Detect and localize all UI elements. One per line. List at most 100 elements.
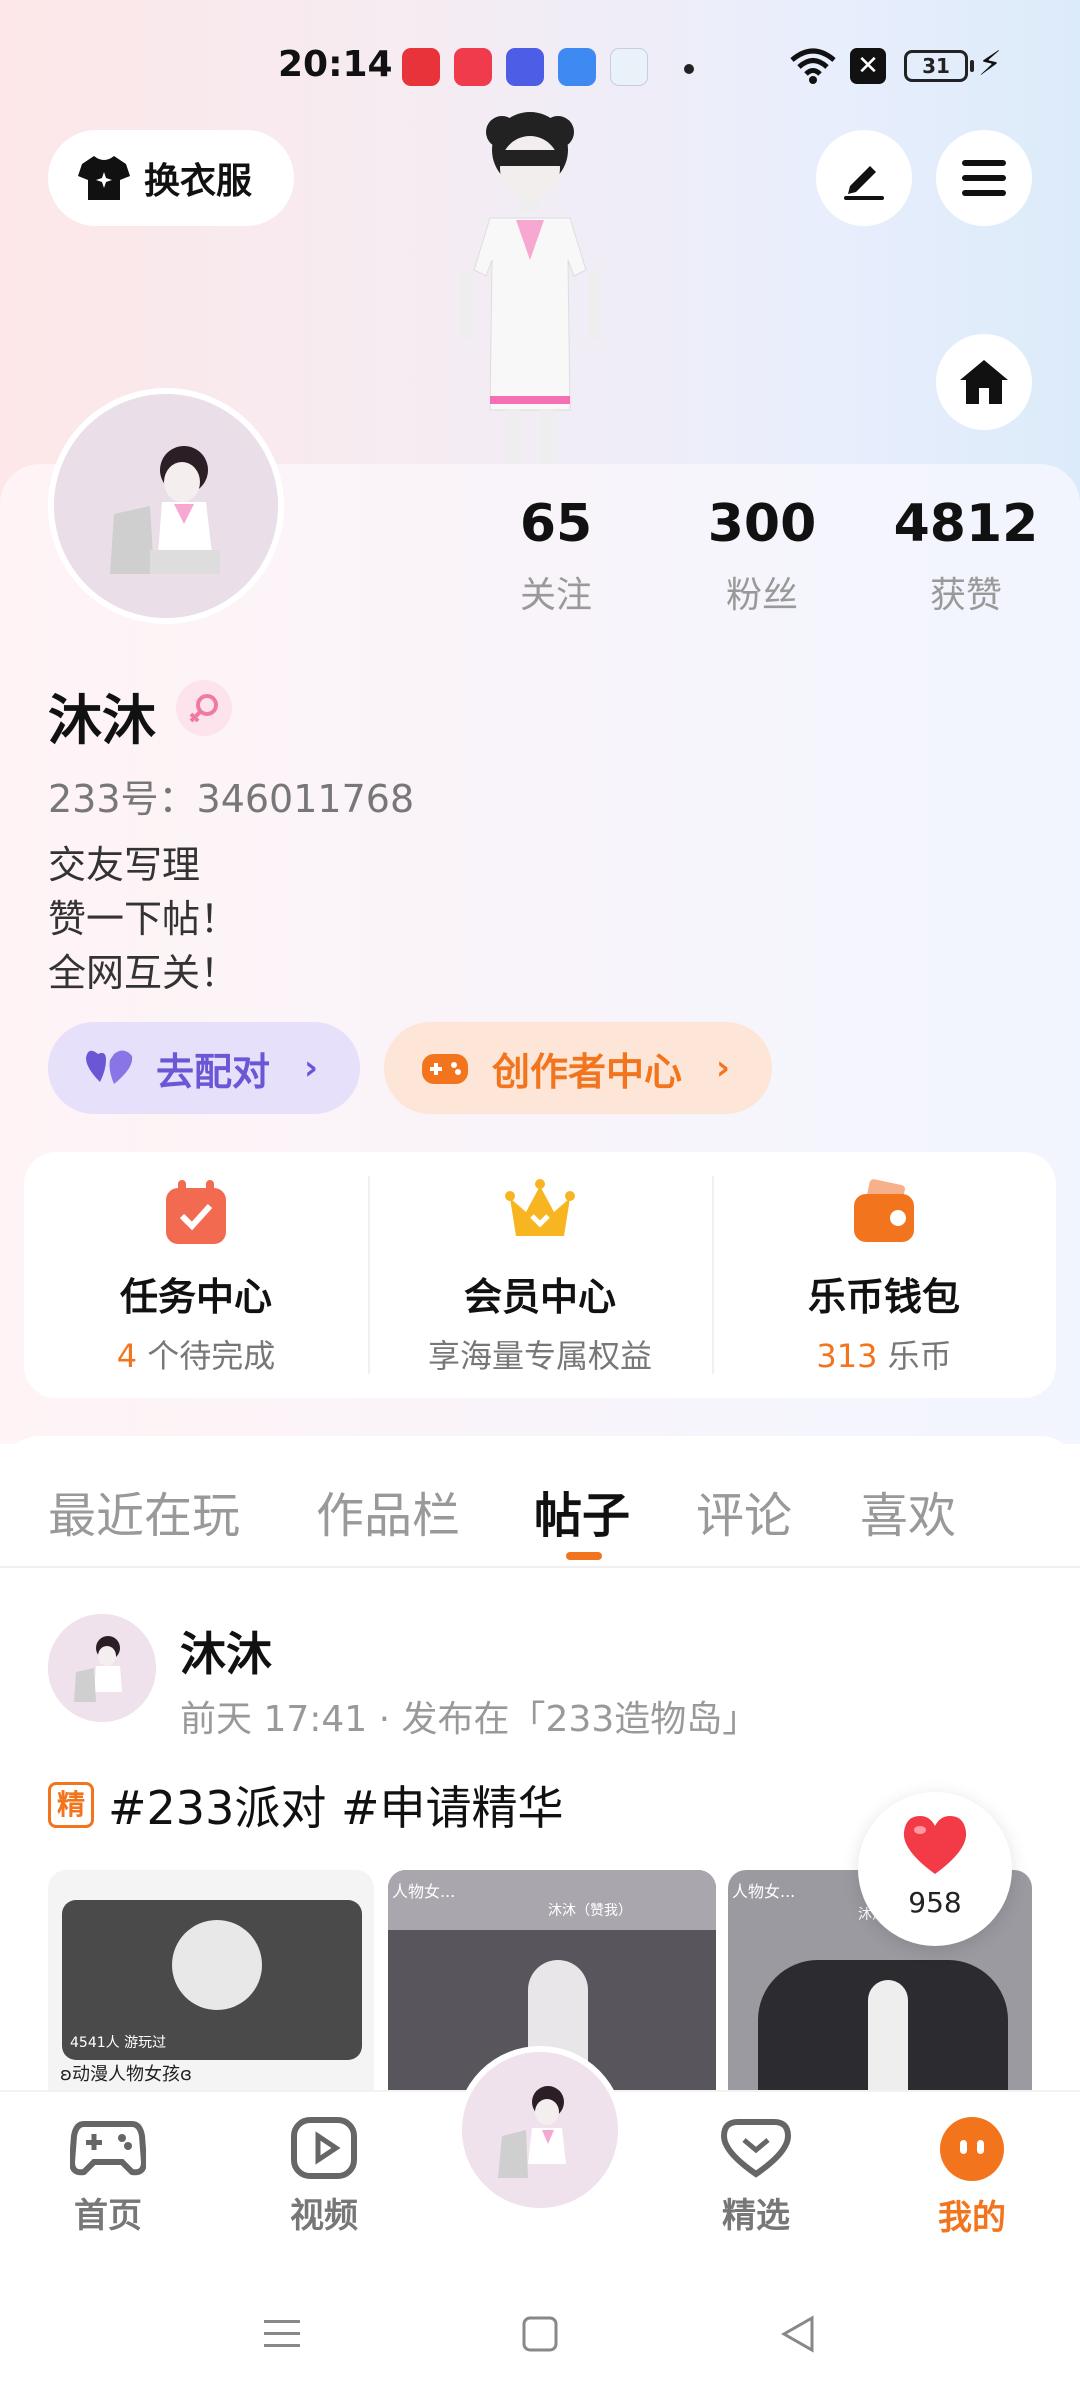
charging-icon: ⚡ bbox=[978, 44, 1002, 84]
user-id: 233号：346011768 bbox=[48, 777, 415, 821]
active-tab-indicator bbox=[566, 1552, 602, 1560]
creator-center-button[interactable]: 创作者中心 › bbox=[384, 1022, 772, 1114]
match-label: 去配对 bbox=[156, 1049, 271, 1094]
tab-comments[interactable]: 评论 bbox=[696, 1476, 792, 1546]
anime-face bbox=[172, 1920, 262, 2010]
data-off-icon: ✕ bbox=[850, 48, 886, 84]
task-calendar-icon bbox=[166, 1180, 226, 1244]
profile-face-nav-icon bbox=[940, 2117, 1004, 2181]
tab-likes[interactable]: 喜欢 bbox=[860, 1476, 956, 1546]
task-center-card[interactable]: 任务中心 4 个待完成 bbox=[24, 1152, 368, 1398]
avatar-illustration bbox=[462, 2052, 618, 2208]
stat-fans-label: 粉丝 bbox=[725, 575, 798, 616]
wallet-card[interactable]: 乐币钱包 313 乐币 bbox=[712, 1152, 1056, 1398]
heart-chat-nav-icon bbox=[720, 2119, 792, 2178]
stat-following[interactable]: 65 关注 bbox=[466, 494, 646, 618]
creator-center-label: 创作者中心 bbox=[492, 1049, 683, 1094]
image-content: 4541人 游玩过 bbox=[62, 1900, 362, 2060]
pencil-icon bbox=[844, 166, 884, 200]
pending-count: 4 bbox=[116, 1337, 138, 1375]
battery-cap bbox=[970, 60, 974, 72]
avatar-center-button[interactable] bbox=[456, 2046, 624, 2214]
nav-home[interactable]: 首页 bbox=[48, 2116, 168, 2237]
like-button[interactable]: 958 bbox=[858, 1792, 1012, 1946]
female-gender-icon bbox=[176, 680, 232, 736]
stat-following-value: 65 bbox=[519, 494, 593, 554]
character-figure bbox=[868, 1980, 908, 2090]
nav-featured[interactable]: 精选 bbox=[696, 2116, 816, 2237]
vip-center-card[interactable]: 会员中心 享海量专属权益 bbox=[368, 1152, 712, 1398]
nav-home-label: 首页 bbox=[74, 2196, 142, 2236]
post-image[interactable]: 4541人 游玩过 ʚ动漫人物女孩ɞ bbox=[48, 1870, 374, 2090]
battery-icon: 31 bbox=[904, 50, 968, 82]
avatar-3d-figure[interactable] bbox=[430, 110, 630, 470]
essence-badge: 精 bbox=[48, 1782, 94, 1828]
video-app-icon bbox=[454, 48, 492, 86]
stat-likes-label: 获赞 bbox=[929, 575, 1002, 616]
profile-nickname: 沐沐 bbox=[48, 689, 156, 752]
heart-pair-icon bbox=[86, 1050, 133, 1084]
image-caption: ʚ动漫人物女孩ɞ bbox=[60, 2064, 192, 2085]
nav-video[interactable]: 视频 bbox=[264, 2116, 384, 2237]
post-hashtags: #233派对 #申请精华 bbox=[108, 1781, 564, 1835]
bio-line: 全网互关！ bbox=[48, 951, 239, 995]
change-outfit-label: 换衣服 bbox=[144, 161, 253, 202]
avatar-illustration bbox=[48, 1614, 156, 1722]
divider bbox=[0, 1566, 1080, 1568]
post-author-name[interactable]: 沐沐 bbox=[180, 1618, 272, 1684]
home-square-icon[interactable] bbox=[520, 2314, 560, 2354]
feature-cards: 任务中心 4 个待完成 会员中心 享海量专属权益 乐币钱包 313 乐币 bbox=[24, 1152, 1056, 1398]
tab-recent-played[interactable]: 最近在玩 bbox=[48, 1476, 240, 1546]
blue-app-icon bbox=[558, 48, 596, 86]
feature-title: 乐币钱包 bbox=[807, 1275, 960, 1319]
post-meta: 前天 17:41 · 发布在「233造物岛」 bbox=[180, 1699, 759, 1740]
image-caption: 人物女... bbox=[392, 1882, 456, 1901]
tab-posts[interactable]: 帖子 bbox=[534, 1476, 630, 1546]
profile-avatar[interactable] bbox=[48, 388, 284, 624]
recent-apps-icon[interactable] bbox=[262, 2314, 302, 2354]
back-triangle-icon[interactable] bbox=[778, 2314, 818, 2354]
feature-title: 任务中心 bbox=[119, 1275, 272, 1319]
chevron-right-icon: › bbox=[304, 1048, 319, 1088]
stat-likes[interactable]: 4812 获赞 bbox=[876, 494, 1056, 618]
menu-button[interactable] bbox=[936, 130, 1032, 226]
feature-title: 会员中心 bbox=[463, 1275, 616, 1319]
crown-icon bbox=[505, 1179, 575, 1236]
home-button[interactable] bbox=[936, 334, 1032, 430]
image-caption: 沐沐（赞我） bbox=[548, 1903, 632, 1919]
nav-video-label: 视频 bbox=[290, 2196, 358, 2236]
coin-count: 313 bbox=[816, 1337, 878, 1375]
like-count: 958 bbox=[908, 1886, 962, 1919]
status-time: 20:14 bbox=[278, 44, 393, 85]
feature-subtitle: 享海量专属权益 bbox=[368, 1331, 712, 1377]
hamburger-menu-icon bbox=[962, 160, 1006, 196]
gamepad-nav-icon bbox=[68, 2121, 148, 2176]
match-button[interactable]: 去配对 › bbox=[48, 1022, 360, 1114]
stat-fans[interactable]: 300 粉丝 bbox=[672, 494, 852, 618]
game-app-icon bbox=[610, 48, 648, 86]
home-icon bbox=[960, 360, 1008, 404]
bio-line: 赞一下帖！ bbox=[48, 897, 239, 941]
gamepad-icon bbox=[422, 1054, 468, 1084]
weather-app-icon bbox=[506, 48, 544, 86]
tab-works[interactable]: 作品栏 bbox=[316, 1476, 460, 1546]
image-caption: 人物女... bbox=[732, 1882, 796, 1901]
nav-mine[interactable]: 我的 bbox=[912, 2116, 1032, 2239]
wifi-icon bbox=[790, 48, 836, 84]
tshirt-icon bbox=[78, 156, 130, 200]
notification-dot-icon bbox=[684, 64, 694, 74]
heart-icon bbox=[903, 1816, 967, 1874]
post-author-avatar[interactable] bbox=[48, 1614, 156, 1722]
post-text[interactable]: 精 #233派对 #申请精华 bbox=[48, 1772, 564, 1838]
red-app-icon bbox=[402, 48, 440, 86]
status-bar: 20:14 ✕ 31 ⚡ bbox=[0, 30, 1080, 100]
profile-tabs: 最近在玩 作品栏 帖子 评论 喜欢 bbox=[0, 1460, 1080, 1560]
wallet-icon bbox=[854, 1179, 914, 1242]
system-navigation-bar bbox=[0, 2270, 1080, 2400]
stat-likes-value: 4812 bbox=[893, 494, 1039, 554]
feature-subtitle: 313 乐币 bbox=[712, 1331, 1056, 1377]
edit-profile-button[interactable] bbox=[816, 130, 912, 226]
feature-subtitle: 4 个待完成 bbox=[24, 1331, 368, 1377]
change-outfit-button[interactable]: 换衣服 bbox=[48, 130, 294, 226]
vip-benefits-text: 享海量专属权益 bbox=[427, 1337, 652, 1375]
